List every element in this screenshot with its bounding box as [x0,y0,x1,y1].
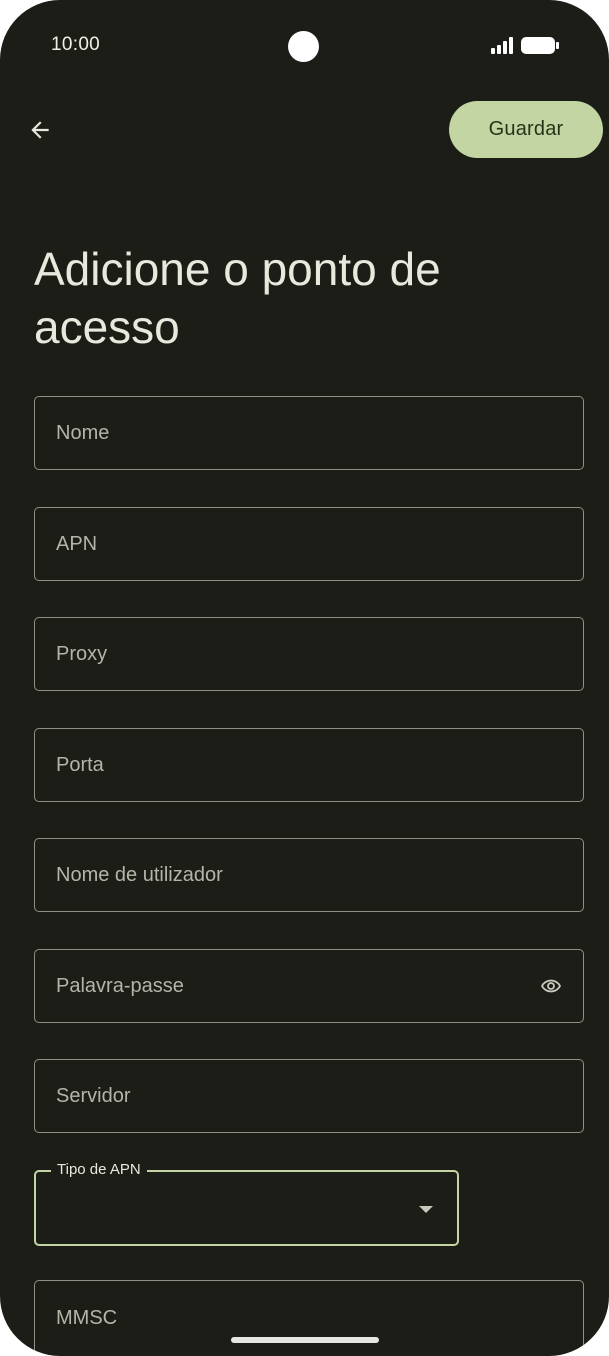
name-field-placeholder: Nome [56,421,110,444]
mmsc-field-placeholder: MMSC [56,1306,118,1329]
username-field[interactable]: Nome de utilizador [34,838,584,912]
apn-type-dropdown[interactable]: Tipo de APN [34,1160,459,1246]
server-field-placeholder: Servidor [56,1084,131,1107]
apn-field-placeholder: APN [56,532,98,555]
arrow-back-icon [31,121,49,139]
page-title: Adicione o ponto de acesso [34,240,574,356]
signal-icon [491,37,513,54]
password-field[interactable]: Palavra-passe [34,949,584,1023]
page-title-line-1: Adicione o ponto de [34,243,441,295]
port-field-placeholder: Porta [56,753,104,776]
password-field-placeholder: Palavra-passe [56,974,184,997]
page-title-line-2: acesso [34,301,180,353]
battery-icon [521,37,559,54]
apn-field[interactable]: APN [34,507,584,581]
name-field[interactable]: Nome [34,396,584,470]
phone-screen: 10:00 Guardar Adicione o ponto de acesso… [0,0,609,1356]
proxy-field[interactable]: Proxy [34,617,584,691]
mmsc-field[interactable]: MMSC [34,1280,584,1356]
server-field[interactable]: Servidor [34,1059,584,1133]
apn-type-label: Tipo de APN [51,1160,147,1180]
eye-icon[interactable] [535,974,567,998]
caret-down-icon [419,1206,433,1213]
status-time: 10:00 [51,34,101,55]
camera-cutout [288,31,319,62]
save-button[interactable]: Guardar [449,101,603,158]
proxy-field-placeholder: Proxy [56,642,108,665]
back-button[interactable] [22,112,58,148]
home-indicator[interactable] [231,1337,379,1343]
port-field[interactable]: Porta [34,728,584,802]
username-field-placeholder: Nome de utilizador [56,863,223,886]
